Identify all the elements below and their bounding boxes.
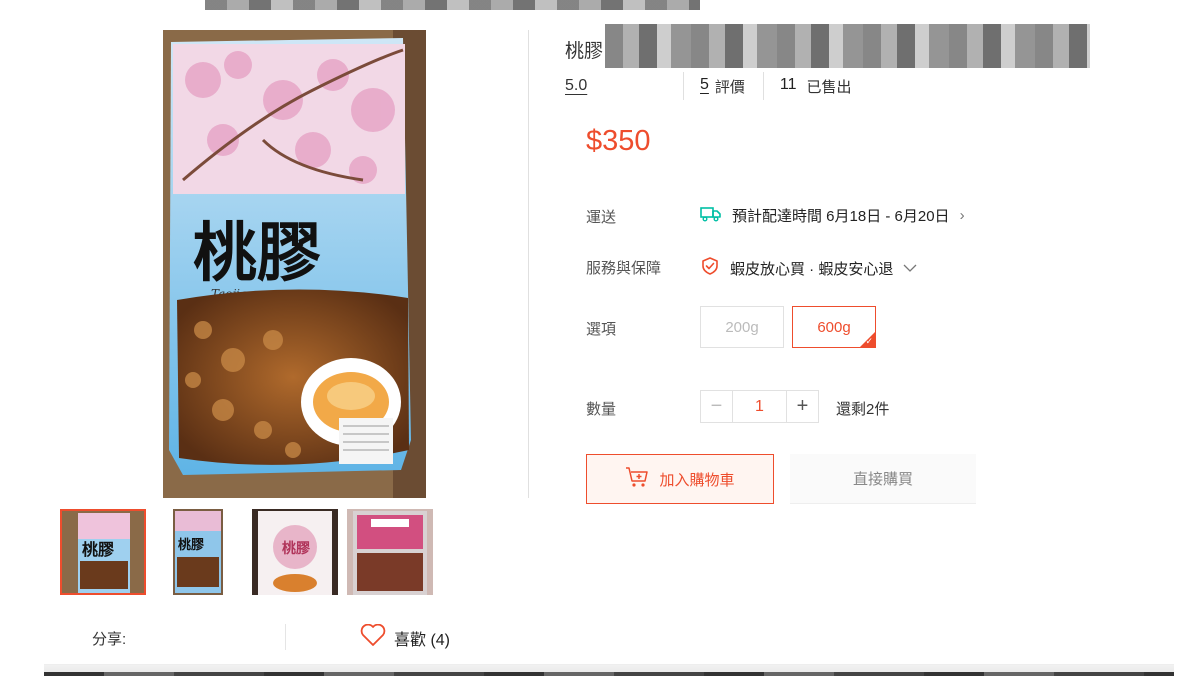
shipping-label: 運送 bbox=[586, 209, 617, 226]
rating-score[interactable]: 5.0 bbox=[565, 77, 683, 95]
add-to-cart-button[interactable]: 加入購物車 bbox=[586, 454, 774, 504]
quantity-increase-button[interactable]: + bbox=[786, 390, 819, 423]
footer-edge bbox=[44, 672, 1174, 676]
thumbnail-3[interactable]: 桃膠 bbox=[252, 509, 338, 595]
stock-remaining: 還剩2件 bbox=[836, 401, 890, 418]
share-like-row: 分享: 喜歡 (4) bbox=[60, 620, 500, 654]
shield-icon bbox=[700, 256, 720, 280]
add-to-cart-label: 加入購物車 bbox=[659, 471, 735, 489]
option-200g[interactable]: 200g bbox=[700, 306, 784, 348]
thumbnail-4[interactable] bbox=[347, 509, 433, 595]
sold-count-label: 已售出 bbox=[806, 78, 852, 96]
svg-text:桃膠: 桃膠 bbox=[178, 537, 204, 553]
thumbnail-1[interactable]: 桃膠 bbox=[60, 509, 146, 595]
price: $350 bbox=[586, 125, 651, 157]
product-page: 桃膠 Taojiao bbox=[0, 0, 1200, 676]
shipping-text: 預計配達時間 6月18日 - 6月20日 bbox=[732, 208, 950, 225]
share-divider bbox=[285, 624, 286, 650]
option-600g[interactable]: 600g ✓ bbox=[792, 306, 876, 348]
heart-icon bbox=[360, 623, 386, 651]
product-title-text: 桃膠 bbox=[565, 40, 604, 62]
svg-text:桃膠: 桃膠 bbox=[282, 540, 310, 557]
svg-text:桃膠: 桃膠 bbox=[193, 216, 321, 291]
thumbnail-strip: 桃膠 桃膠 桃膠 bbox=[60, 509, 440, 595]
reviews-count[interactable]: 5 評價 bbox=[684, 76, 763, 97]
chevron-down-icon bbox=[903, 260, 917, 277]
main-product-image[interactable]: 桃膠 Taojiao bbox=[163, 30, 426, 498]
blurred-header-strip bbox=[205, 0, 700, 10]
quantity-label: 數量 bbox=[586, 401, 617, 418]
sold-count: 11 已售出 bbox=[764, 76, 852, 97]
thumbnail-2[interactable]: 桃膠 bbox=[173, 509, 223, 595]
service-text: 蝦皮放心買 · 蝦皮安心退 bbox=[730, 260, 894, 278]
service-label: 服務與保障 bbox=[586, 260, 662, 277]
cart-plus-icon bbox=[625, 466, 649, 492]
sold-count-value: 11 bbox=[779, 75, 797, 93]
shipping-info[interactable]: 預計配達時間 6月18日 - 6月20日 › bbox=[700, 205, 965, 226]
reviews-count-value: 5 bbox=[700, 75, 709, 93]
options-label: 選項 bbox=[586, 321, 617, 338]
like-label: 喜歡 (4) bbox=[394, 631, 451, 649]
check-icon: ✓ bbox=[865, 336, 873, 346]
rating-row: 5.0 5 評價 11 已售出 bbox=[565, 72, 852, 100]
share-label: 分享: bbox=[92, 631, 127, 648]
svg-text:桃膠: 桃膠 bbox=[82, 540, 114, 559]
chevron-right-icon: › bbox=[959, 207, 965, 224]
reviews-count-label: 評價 bbox=[714, 78, 745, 96]
blurred-title-overlay bbox=[605, 24, 1090, 68]
truck-icon bbox=[700, 206, 722, 226]
quantity-input[interactable]: 1 bbox=[733, 390, 786, 423]
buy-now-button[interactable]: 直接購買 bbox=[790, 454, 976, 504]
option-600g-label: 600g bbox=[817, 318, 851, 336]
product-title: 桃膠 bbox=[565, 34, 603, 64]
like-button[interactable]: 喜歡 (4) bbox=[360, 623, 451, 651]
buy-now-label: 直接購買 bbox=[852, 471, 913, 488]
option-200g-label: 200g bbox=[725, 318, 759, 336]
quantity-stepper: − 1 + bbox=[700, 390, 819, 423]
service-info[interactable]: 蝦皮放心買 · 蝦皮安心退 bbox=[700, 256, 917, 280]
quantity-decrease-button[interactable]: − bbox=[700, 390, 733, 423]
gallery-divider bbox=[528, 30, 529, 498]
